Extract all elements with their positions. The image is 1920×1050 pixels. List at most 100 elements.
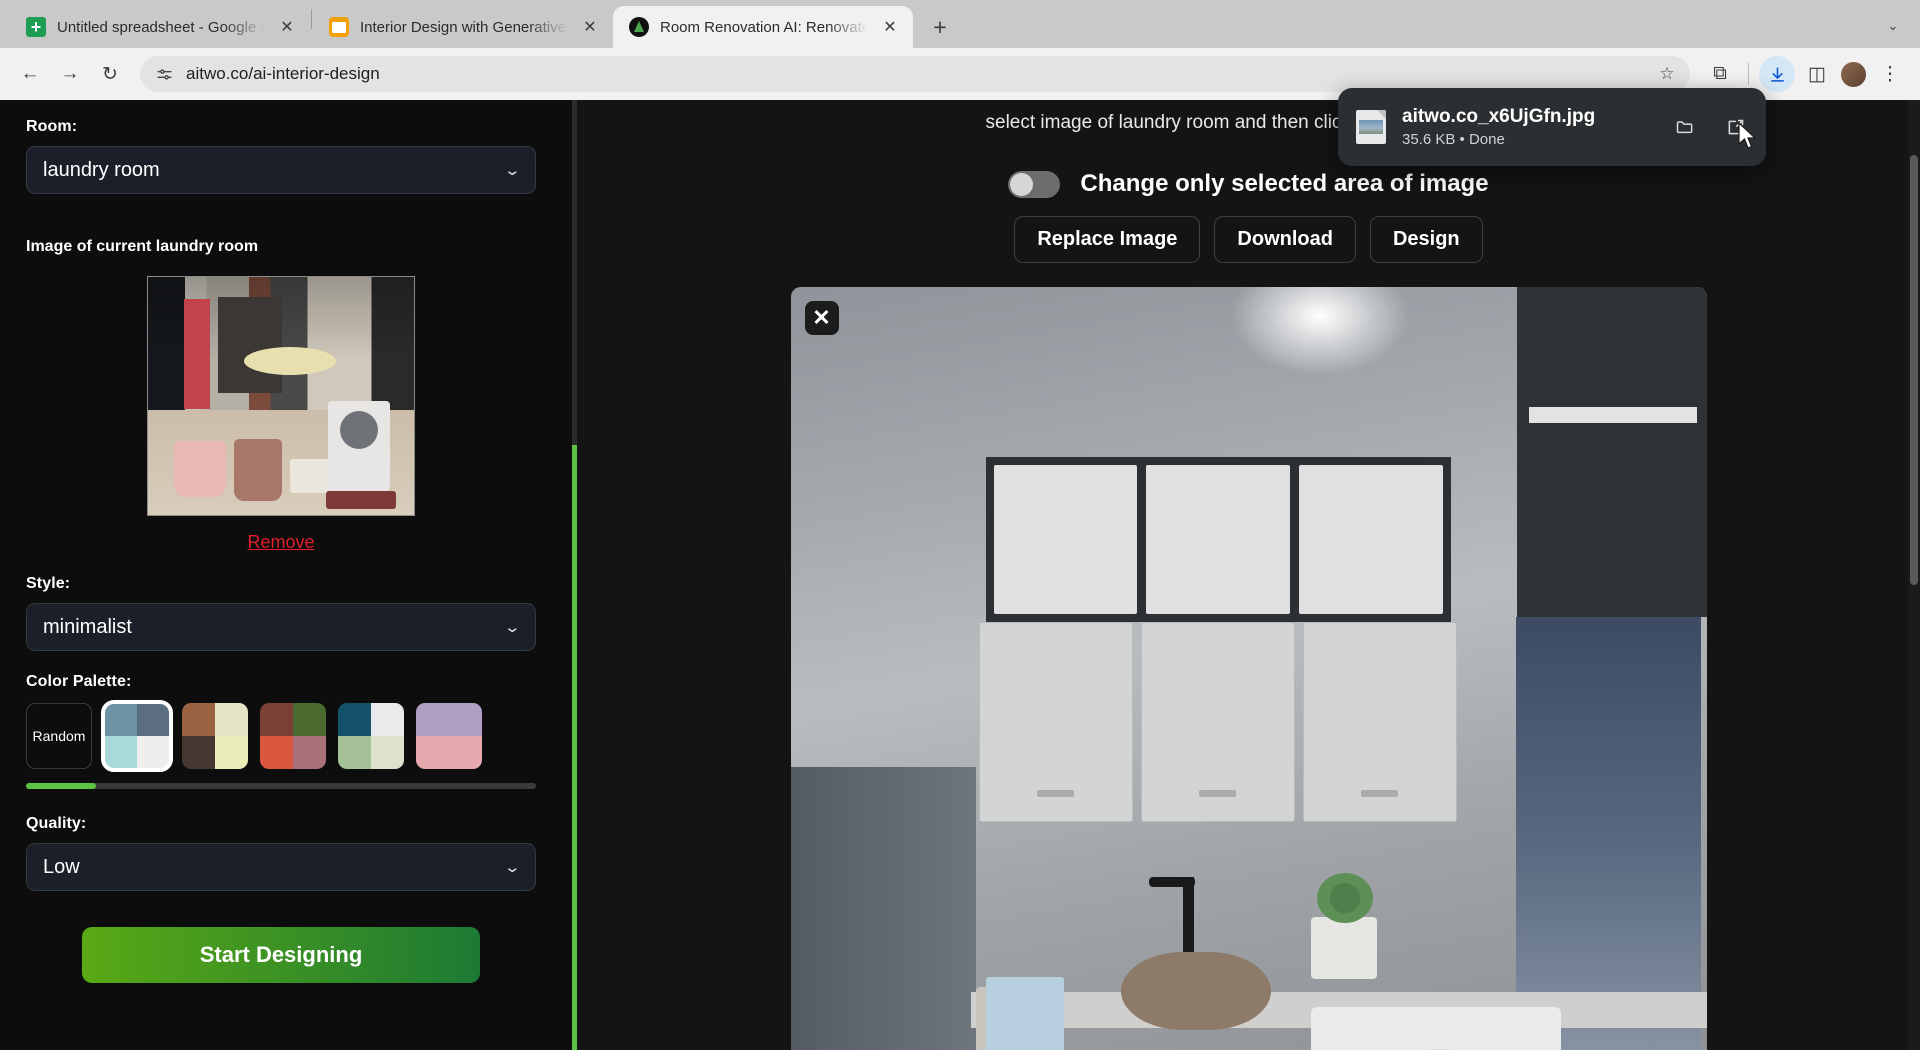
tab-close-icon[interactable]: ✕ <box>879 16 901 38</box>
profile-avatar[interactable] <box>1839 60 1868 89</box>
thumb-basket-brown <box>234 439 282 501</box>
preview-faucet <box>1183 877 1194 957</box>
tab-search-chevron-down-icon[interactable]: ⌄ <box>1878 11 1908 41</box>
tab-room-renovation-ai[interactable]: Room Renovation AI: Renovate Your Room ✕ <box>613 6 913 48</box>
style-select[interactable]: minimalist ⌄ <box>26 603 536 651</box>
design-controls-sidebar: Room: laundry room ⌄ Image of current la… <box>0 100 572 1050</box>
show-in-folder-icon[interactable] <box>1668 110 1702 144</box>
preview-shelf <box>1529 407 1697 423</box>
replace-image-button[interactable]: Replace Image <box>1014 216 1200 263</box>
url-text: aitwo.co/ai-interior-design <box>186 64 1642 84</box>
toolbar-divider <box>1748 63 1749 85</box>
preview-towel <box>986 977 1064 1050</box>
tab-untitled-spreadsheet[interactable]: Untitled spreadsheet - Google Sheets ✕ <box>10 6 310 48</box>
palette-swatch-blue-gray-aqua[interactable] <box>104 703 170 769</box>
style-label: Style: <box>26 575 536 593</box>
preview-cabinets <box>979 622 1457 822</box>
start-designing-button[interactable]: Start Designing <box>82 927 480 983</box>
download-file-name: aitwo.co_x6UjGfn.jpg <box>1402 106 1652 128</box>
preview-hanging-clothes <box>1516 617 1701 1050</box>
toggle-knob <box>1010 173 1033 196</box>
tab-separator <box>311 9 312 29</box>
preview-sink-basin <box>1121 952 1271 1030</box>
palette-swatch-lavender-pink[interactable] <box>416 703 482 769</box>
color-palette-label: Color Palette: <box>26 673 536 691</box>
thumb-red-item <box>184 299 210 409</box>
room-select[interactable]: laundry room ⌄ <box>26 146 536 194</box>
palette-scrollbar-thumb[interactable] <box>26 783 96 789</box>
aitwo-logo-icon <box>629 17 649 37</box>
room-preview-image[interactable]: ✕ AITWO.CO <box>791 287 1707 1050</box>
palette-scrollbar-track[interactable] <box>26 783 536 789</box>
chevron-down-icon: ⌄ <box>504 858 522 876</box>
forward-arrow-icon[interactable]: → <box>52 56 88 92</box>
palette-color-0 <box>416 703 449 736</box>
preview-bin <box>1299 465 1443 614</box>
palette-color-1 <box>293 703 326 736</box>
downloads-icon[interactable] <box>1759 56 1795 92</box>
download-status: 35.6 KB • Done <box>1402 131 1652 148</box>
preview-cabinet <box>1141 622 1295 822</box>
back-arrow-icon[interactable]: ← <box>12 56 48 92</box>
current-room-thumbnail[interactable] <box>147 276 415 516</box>
tab-title: Untitled spreadsheet - Google Sheets <box>57 19 265 36</box>
thumb-cabinet <box>218 297 282 393</box>
palette-color-1 <box>449 703 482 736</box>
close-image-icon[interactable]: ✕ <box>805 301 839 335</box>
palette-swatch-teal-sage-white[interactable] <box>338 703 404 769</box>
palette-color-0 <box>260 703 293 736</box>
preview-bin <box>1146 465 1290 614</box>
preview-plant <box>1311 917 1377 979</box>
thumb-door-mat <box>326 491 396 509</box>
palette-color-0 <box>338 703 371 736</box>
tab-title: Room Renovation AI: Renovate Your Room <box>660 19 868 36</box>
download-popup[interactable]: aitwo.co_x6UjGfn.jpg 35.6 KB • Done <box>1338 88 1766 166</box>
palette-color-3 <box>215 736 248 769</box>
web-page: Room: laundry room ⌄ Image of current la… <box>0 100 1920 1050</box>
preview-right-cabinet <box>1517 287 1707 617</box>
palette-color-1 <box>371 703 404 736</box>
color-palette-list: Random <box>26 703 536 769</box>
preview-washing-machine <box>1311 1007 1561 1050</box>
thumb-basket-pink <box>174 441 226 497</box>
palette-color-3 <box>449 736 482 769</box>
bookmark-star-icon[interactable]: ☆ <box>1654 61 1680 87</box>
selected-area-toggle-row: Change only selected area of image <box>577 170 1920 198</box>
page-scrollbar-thumb[interactable] <box>1910 155 1918 585</box>
quality-select-value: Low <box>43 856 80 879</box>
palette-swatch-random[interactable]: Random <box>26 703 92 769</box>
palette-color-2 <box>338 736 371 769</box>
current-image-thumbnail-wrap <box>26 276 536 516</box>
side-panel-icon[interactable]: ◫ <box>1799 56 1835 92</box>
jpg-file-icon <box>1356 110 1386 144</box>
preview-upper-bins <box>986 457 1451 622</box>
new-tab-button[interactable]: + <box>923 10 957 44</box>
quality-select[interactable]: Low ⌄ <box>26 843 536 891</box>
palette-swatch-rust-olive-rose[interactable] <box>260 703 326 769</box>
tab-close-icon[interactable]: ✕ <box>579 16 601 38</box>
download-button[interactable]: Download <box>1214 216 1356 263</box>
thumb-table <box>244 347 336 375</box>
download-item-meta: aitwo.co_x6UjGfn.jpg 35.6 KB • Done <box>1402 106 1652 148</box>
remove-image-link[interactable]: Remove <box>26 532 536 553</box>
site-settings-icon[interactable] <box>154 64 174 84</box>
extensions-icon[interactable]: ⧉ <box>1702 56 1738 92</box>
toggle-label: Change only selected area of image <box>1080 170 1488 198</box>
chevron-down-icon: ⌄ <box>504 161 522 179</box>
preview-cabinet <box>979 622 1133 822</box>
palette-color-2 <box>182 736 215 769</box>
page-scrollbar[interactable] <box>1908 100 1920 1050</box>
tab-close-icon[interactable]: ✕ <box>276 16 298 38</box>
quality-label: Quality: <box>26 815 536 833</box>
address-bar[interactable]: aitwo.co/ai-interior-design ☆ <box>140 56 1690 92</box>
chrome-menu-icon[interactable]: ⋮ <box>1872 56 1908 92</box>
reload-icon[interactable]: ↻ <box>92 56 128 92</box>
palette-color-1 <box>137 703 170 736</box>
style-select-value: minimalist <box>43 616 132 639</box>
change-selected-area-toggle[interactable] <box>1008 171 1060 198</box>
room-select-value: laundry room <box>43 159 160 182</box>
tab-interior-design[interactable]: Interior Design with Generative AI ✕ <box>313 6 613 48</box>
preview-cabinet <box>1303 622 1457 822</box>
palette-swatch-terracotta-cream[interactable] <box>182 703 248 769</box>
design-button[interactable]: Design <box>1370 216 1483 263</box>
